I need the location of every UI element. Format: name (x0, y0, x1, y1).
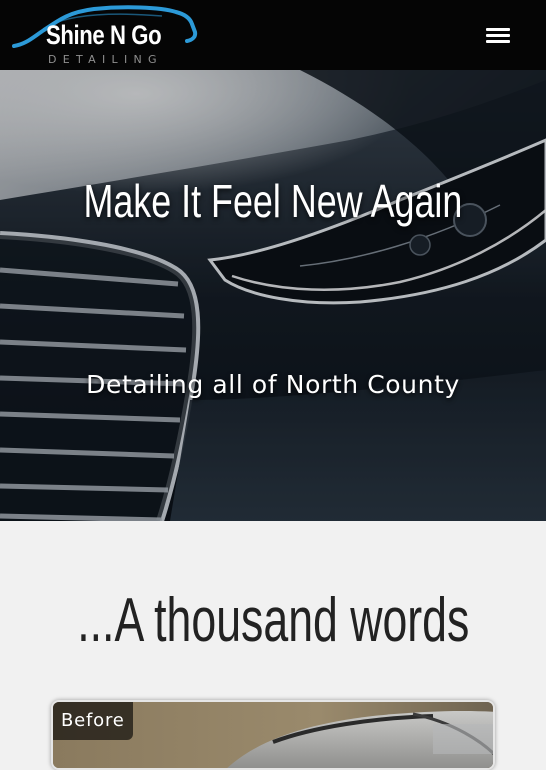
before-label: Before (53, 702, 133, 740)
gallery-heading: ...A thousand words (0, 590, 546, 652)
hero-subtitle: Detailing all of North County (86, 370, 460, 399)
gallery-heading-text: ...A thousand words (76, 586, 470, 655)
site-logo[interactable]: Shine N Go DETAILING (12, 4, 202, 68)
before-after-slider[interactable]: Before (51, 700, 495, 770)
logo-tagline: DETAILING (48, 53, 163, 66)
hamburger-menu-icon[interactable] (486, 26, 510, 44)
menu-bar (486, 40, 510, 43)
hero-title-text: Make It Feel New Again (83, 175, 463, 227)
hero-car-background-image (0, 70, 546, 521)
hero-banner: Make It Feel New Again Detailing all of … (0, 70, 546, 521)
logo-brand-name: Shine N Go (46, 20, 162, 50)
hero-title: Make It Feel New Again (0, 178, 546, 224)
menu-bar (486, 34, 510, 37)
site-header: Shine N Go DETAILING (0, 0, 546, 70)
menu-bar (486, 28, 510, 31)
